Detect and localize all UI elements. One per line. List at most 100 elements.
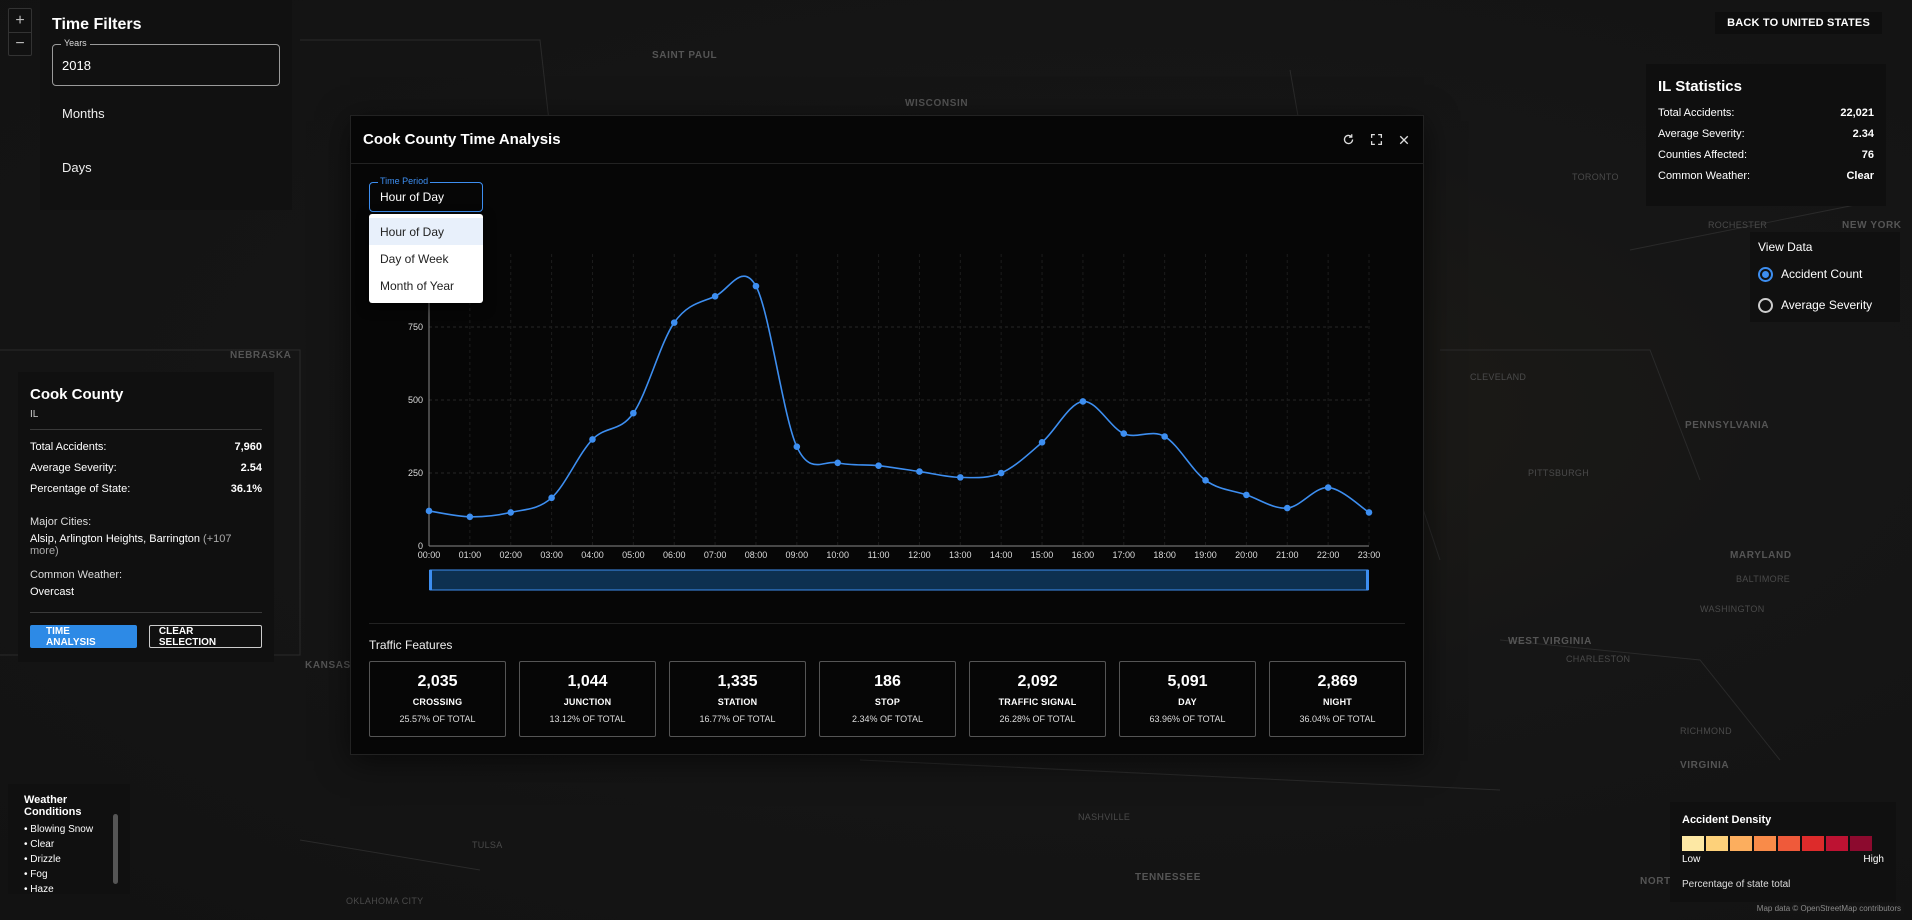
- back-to-united-states-button[interactable]: BACK TO UNITED STATES: [1715, 12, 1882, 34]
- radio-unselected-icon[interactable]: [1758, 297, 1773, 313]
- map-label: CLEVELAND: [1470, 372, 1527, 382]
- x-tick-label: 20:00: [1235, 550, 1258, 560]
- time-period-dropdown: Hour of Day Day of Week Month of Year: [369, 214, 483, 303]
- map-label: NASHVILLE: [1078, 812, 1131, 822]
- zoom-control: + −: [8, 8, 32, 56]
- option-hour-of-day[interactable]: Hour of Day: [369, 218, 483, 245]
- county-row: Average Severity: 2.54: [30, 462, 262, 483]
- density-low: Low: [1682, 854, 1701, 865]
- feature-card: 186 STOP 2.34% OF TOTAL: [819, 661, 956, 737]
- time-period-select[interactable]: Time Period Hour of Day: [369, 176, 483, 212]
- density-swatch: [1802, 836, 1824, 851]
- x-tick-label: 11:00: [868, 550, 890, 560]
- map-label: PITTSBURGH: [1528, 468, 1590, 478]
- weather-item[interactable]: • Fog: [24, 869, 114, 884]
- view-data-panel: View Data Accident Count Average Severit…: [1750, 232, 1900, 322]
- hourly-line-chart: 025050075000:00 01:00 02:00 03:00 04:00 05:00…: [408, 254, 1380, 591]
- weather-scrollbar[interactable]: [113, 814, 118, 884]
- time-analysis-button[interactable]: TIME ANALYSIS: [30, 625, 137, 648]
- map-attribution[interactable]: Map data © OpenStreetMap contributors: [1753, 903, 1904, 914]
- radio-accident-count[interactable]: Accident Count: [1758, 263, 1900, 285]
- x-tick-label: 00:00: [418, 550, 441, 560]
- x-tick-label: 18:00: [1153, 550, 1176, 560]
- data-point: [793, 443, 801, 451]
- map-label: WISCONSIN: [905, 98, 969, 109]
- data-point: [875, 462, 882, 469]
- stat-row: Counties Affected: 76: [1658, 149, 1874, 170]
- stat-value: Clear: [1846, 170, 1874, 182]
- data-point: [630, 409, 637, 417]
- density-range: Low High: [1682, 854, 1884, 865]
- time-period-value: Hour of Day: [380, 190, 445, 204]
- radio-label: Average Severity: [1781, 298, 1873, 312]
- state-statistics-panel: IL Statistics Total Accidents: 22,021 Ave…: [1646, 64, 1886, 206]
- weather-title: Weather Conditions: [24, 794, 82, 818]
- x-tick-label: 21:00: [1276, 550, 1299, 560]
- refresh-icon[interactable]: [1341, 133, 1355, 147]
- feature-card: 5,091 DAY 63.96% OF TOTAL: [1119, 661, 1256, 737]
- density-swatch: [1682, 836, 1704, 851]
- option-month-of-year[interactable]: Month of Year: [369, 272, 483, 299]
- feature-label: NIGHT: [1323, 697, 1352, 707]
- data-point: [1120, 430, 1128, 437]
- county-row: Total Accidents: 7,960: [30, 441, 262, 462]
- stat-value: 76: [1861, 149, 1874, 161]
- zoom-in-button[interactable]: +: [9, 9, 31, 32]
- feature-value: 2,092: [1017, 673, 1058, 690]
- data-point: [589, 436, 596, 443]
- option-day-of-week[interactable]: Day of Week: [369, 245, 483, 272]
- stat-row: Average Severity: 2.34: [1658, 128, 1874, 149]
- data-point: [997, 469, 1005, 477]
- stat-label: Average Severity:: [1658, 128, 1745, 140]
- data-point: [1079, 398, 1087, 405]
- feature-label: CROSSING: [412, 697, 463, 707]
- radio-average-severity[interactable]: Average Severity: [1758, 294, 1900, 316]
- series-line: [428, 275, 1370, 518]
- x-tick-label: 12:00: [908, 550, 931, 560]
- years-select[interactable]: Years 2018: [52, 38, 280, 86]
- data-point: [752, 282, 760, 290]
- feature-card: 2,035 CROSSING 25.57% OF TOTAL: [369, 661, 506, 737]
- fullscreen-icon[interactable]: [1369, 133, 1383, 147]
- major-cities: Alsip, Arlington Heights, Barrington (+1…: [30, 533, 262, 557]
- accident-density-legend: Accident Density Low High Percentage of s…: [1670, 802, 1896, 902]
- clear-selection-button[interactable]: CLEAR SELECTION: [148, 625, 262, 648]
- map-label: RICHMOND: [1680, 726, 1732, 736]
- density-swatch: [1706, 836, 1728, 851]
- feature-card: 2,869 NIGHT 36.04% OF TOTAL: [1269, 661, 1406, 737]
- x-tick-label: 06:00: [663, 550, 686, 560]
- stat-value: 22,021: [1840, 107, 1874, 119]
- feature-percent: 25.57% OF TOTAL: [399, 714, 476, 724]
- modal-title: Cook County Time Analysis: [363, 131, 561, 148]
- weather-item[interactable]: • Blowing Snow: [24, 824, 114, 839]
- radio-selected-icon[interactable]: [1758, 266, 1773, 282]
- months-filter[interactable]: Months: [52, 86, 280, 140]
- feature-value: 1,044: [567, 673, 608, 690]
- weather-item[interactable]: • Clear: [24, 839, 114, 854]
- density-subtitle: Percentage of state total: [1682, 879, 1791, 890]
- map-label: BALTIMORE: [1736, 574, 1791, 584]
- zoom-out-button[interactable]: −: [9, 32, 31, 55]
- weather-conditions-panel: Weather Conditions • Blowing Snow • Clea…: [8, 784, 130, 895]
- feature-label: STOP: [874, 697, 901, 707]
- x-tick-label: 05:00: [622, 550, 645, 560]
- weather-item[interactable]: • Haze: [24, 884, 114, 899]
- close-icon[interactable]: [1397, 133, 1411, 147]
- stat-label: Common Weather:: [1658, 170, 1751, 182]
- weather-item[interactable]: • Drizzle: [24, 854, 114, 869]
- x-tick-label: 01:00: [459, 550, 482, 560]
- feature-value: 2,869: [1317, 673, 1358, 690]
- county-row-value: 2.54: [240, 462, 262, 474]
- feature-percent: 16.77% OF TOTAL: [699, 714, 776, 724]
- stat-label: Total Accidents:: [1658, 107, 1735, 119]
- map-label: SAINT PAUL: [652, 50, 718, 61]
- data-point: [1365, 509, 1373, 516]
- map-label: TORONTO: [1572, 172, 1619, 182]
- map-label: WASHINGTON: [1700, 604, 1765, 614]
- view-data-title: View Data: [1758, 240, 1813, 254]
- density-swatch: [1754, 836, 1776, 851]
- days-filter[interactable]: Days: [52, 140, 280, 194]
- data-point: [1283, 504, 1291, 512]
- brush-handle-right: [1366, 570, 1369, 590]
- map-label: TULSA: [472, 840, 503, 850]
